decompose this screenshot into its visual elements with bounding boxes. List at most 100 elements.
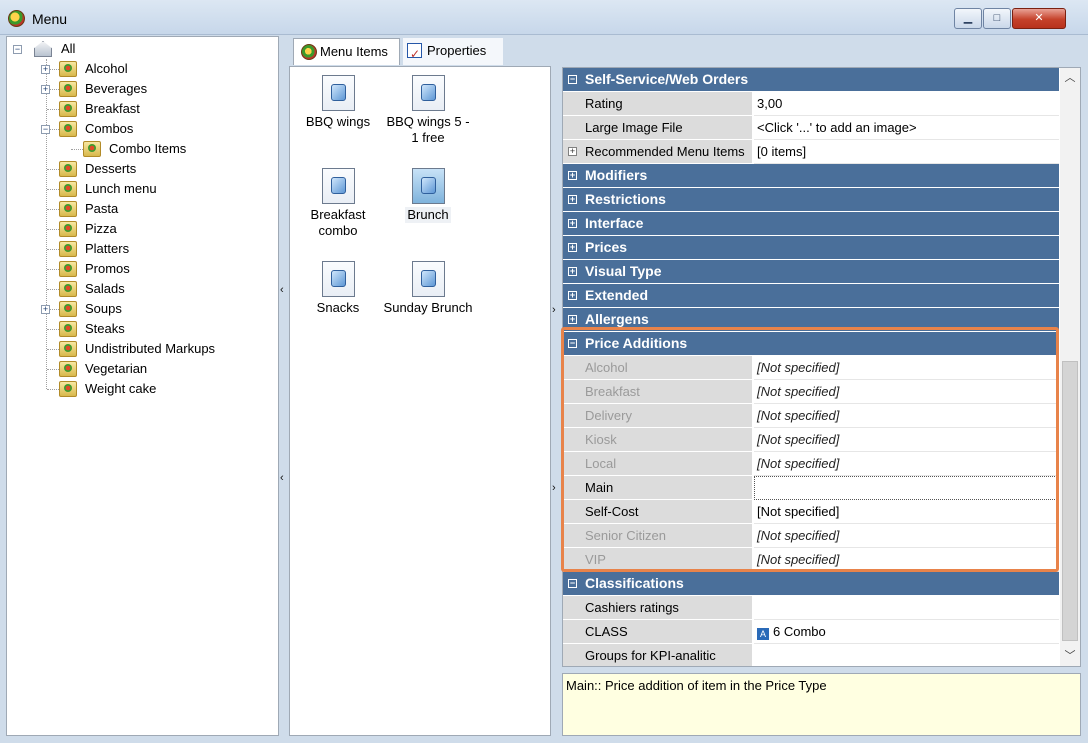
- property-grid[interactable]: Groups for KPI-analitic CLASS A 6 Combo Cash…: [562, 67, 1081, 667]
- tree-item[interactable]: Lunch menu: [7, 179, 272, 199]
- property-value[interactable]: [754, 644, 1059, 666]
- property-category[interactable]: + Visual Type: [563, 260, 1059, 284]
- tree-item[interactable]: − Combos: [7, 119, 272, 139]
- property-value-text: <Click '...' to add an image>: [757, 120, 917, 135]
- property-row[interactable]: Self-Cost [Not specified]: [563, 500, 1059, 524]
- property-row[interactable]: CLASS A 6 Combo: [563, 620, 1059, 644]
- property-value[interactable]: [754, 596, 1059, 620]
- expand-icon[interactable]: +: [41, 85, 50, 94]
- property-value[interactable]: [754, 476, 1059, 500]
- property-row[interactable]: Cashiers ratings: [563, 596, 1059, 620]
- menu-item-tile[interactable]: BBQ wings: [293, 75, 383, 130]
- property-value[interactable]: 3,00: [754, 92, 1059, 116]
- tree-item[interactable]: Breakfast: [7, 99, 272, 119]
- property-category[interactable]: − Classifications: [563, 572, 1059, 596]
- collapse-icon[interactable]: −: [568, 579, 577, 588]
- property-category[interactable]: + Allergens: [563, 308, 1059, 332]
- expand-icon[interactable]: +: [568, 243, 577, 252]
- collapse-icon[interactable]: −: [13, 45, 22, 54]
- menu-folder-icon: [59, 301, 77, 317]
- expand-icon[interactable]: +: [41, 305, 50, 314]
- collapse-left-arrow-icon[interactable]: ‹: [280, 472, 284, 484]
- tree-item[interactable]: Steaks: [7, 319, 272, 339]
- tree-item[interactable]: Combo Items: [7, 139, 272, 159]
- property-value[interactable]: A 6 Combo: [754, 620, 1059, 644]
- tab-properties[interactable]: Properties: [403, 38, 503, 67]
- property-value[interactable]: [Not specified]: [754, 404, 1059, 428]
- property-row[interactable]: Recommended Menu Items + [0 items]: [563, 140, 1059, 164]
- middle-splitter[interactable]: › ›: [551, 66, 561, 736]
- property-row[interactable]: Large Image File <Click '...' to add an i…: [563, 116, 1059, 140]
- expand-icon[interactable]: +: [568, 147, 577, 156]
- collapse-icon[interactable]: −: [568, 339, 577, 348]
- tree-item[interactable]: Salads: [7, 279, 272, 299]
- property-category[interactable]: + Extended: [563, 284, 1059, 308]
- tree-item[interactable]: + Alcohol: [7, 59, 272, 79]
- property-value[interactable]: <Click '...' to add an image>: [754, 116, 1059, 140]
- expand-icon[interactable]: +: [568, 195, 577, 204]
- property-value[interactable]: [0 items]: [754, 140, 1059, 164]
- property-value[interactable]: [Not specified]: [754, 524, 1059, 548]
- collapse-left-arrow-icon[interactable]: ‹: [280, 284, 284, 296]
- close-button[interactable]: ✕: [1012, 8, 1066, 29]
- property-row[interactable]: Kiosk [Not specified]: [563, 428, 1059, 452]
- property-category[interactable]: + Modifiers: [563, 164, 1059, 188]
- property-category[interactable]: − Price Additions: [563, 332, 1059, 356]
- property-value[interactable]: [Not specified]: [754, 500, 1059, 524]
- property-value[interactable]: [Not specified]: [754, 548, 1059, 572]
- menu-item-tile[interactable]: Sunday Brunch: [383, 261, 473, 316]
- property-row[interactable]: Alcohol [Not specified]: [563, 356, 1059, 380]
- tree-item[interactable]: + Soups: [7, 299, 272, 319]
- property-scrollbar[interactable]: ︿ ﹀: [1060, 68, 1080, 666]
- expand-icon[interactable]: +: [568, 291, 577, 300]
- tree-item[interactable]: Pizza: [7, 219, 272, 239]
- tree-item[interactable]: Platters: [7, 239, 272, 259]
- maximize-button[interactable]: □: [983, 8, 1011, 29]
- scroll-thumb[interactable]: [1062, 361, 1078, 641]
- expand-icon[interactable]: +: [568, 171, 577, 180]
- scroll-up-icon[interactable]: ︿: [1060, 68, 1080, 88]
- property-value[interactable]: [Not specified]: [754, 380, 1059, 404]
- property-value[interactable]: [Not specified]: [754, 428, 1059, 452]
- property-name: Rating: [563, 92, 753, 116]
- expand-icon[interactable]: +: [41, 65, 50, 74]
- property-row[interactable]: Main: [563, 476, 1059, 500]
- expand-arrow-icon[interactable]: ›: [552, 304, 556, 316]
- tree-item[interactable]: Desserts: [7, 159, 272, 179]
- expand-icon[interactable]: +: [568, 219, 577, 228]
- tree-item[interactable]: Undistributed Markups: [7, 339, 272, 359]
- category-tree[interactable]: − All + Alcohol + Beverages Breakfast − Combos Co…: [6, 36, 279, 736]
- collapse-icon[interactable]: −: [41, 125, 50, 134]
- scroll-down-icon[interactable]: ﹀: [1060, 646, 1080, 666]
- tree-item[interactable]: Vegetarian: [7, 359, 272, 379]
- property-category[interactable]: − Self-Service/Web Orders: [563, 68, 1059, 92]
- property-category[interactable]: + Interface: [563, 212, 1059, 236]
- tree-item[interactable]: + Beverages: [7, 79, 272, 99]
- menu-item-tile[interactable]: Snacks: [293, 261, 383, 316]
- property-category[interactable]: + Restrictions: [563, 188, 1059, 212]
- left-splitter[interactable]: ‹ ‹: [279, 36, 288, 736]
- property-row[interactable]: Groups for KPI-analitic: [563, 644, 1059, 666]
- property-category[interactable]: + Prices: [563, 236, 1059, 260]
- collapse-icon[interactable]: −: [568, 75, 577, 84]
- property-value[interactable]: [Not specified]: [754, 452, 1059, 476]
- tree-item[interactable]: Pasta: [7, 199, 272, 219]
- tree-item[interactable]: Weight cake: [7, 379, 272, 399]
- minimize-button[interactable]: ▁: [954, 8, 982, 29]
- tab-menu-items[interactable]: Menu Items: [293, 38, 400, 65]
- menu-item-tile[interactable]: BBQ wings 5 - 1 free: [383, 75, 473, 146]
- expand-icon[interactable]: +: [568, 267, 577, 276]
- menu-item-tile-selected[interactable]: Brunch: [383, 168, 473, 223]
- property-row[interactable]: Breakfast [Not specified]: [563, 380, 1059, 404]
- property-row[interactable]: Senior Citizen [Not specified]: [563, 524, 1059, 548]
- property-value[interactable]: [Not specified]: [754, 356, 1059, 380]
- property-row[interactable]: Local [Not specified]: [563, 452, 1059, 476]
- property-row[interactable]: Delivery [Not specified]: [563, 404, 1059, 428]
- property-row[interactable]: Rating 3,00: [563, 92, 1059, 116]
- tree-item[interactable]: Promos: [7, 259, 272, 279]
- menu-item-tile[interactable]: Breakfast combo: [293, 168, 383, 239]
- expand-arrow-icon[interactable]: ›: [552, 482, 556, 494]
- property-row[interactable]: VIP [Not specified]: [563, 548, 1059, 572]
- tree-root[interactable]: − All: [7, 39, 267, 59]
- expand-icon[interactable]: +: [568, 315, 577, 324]
